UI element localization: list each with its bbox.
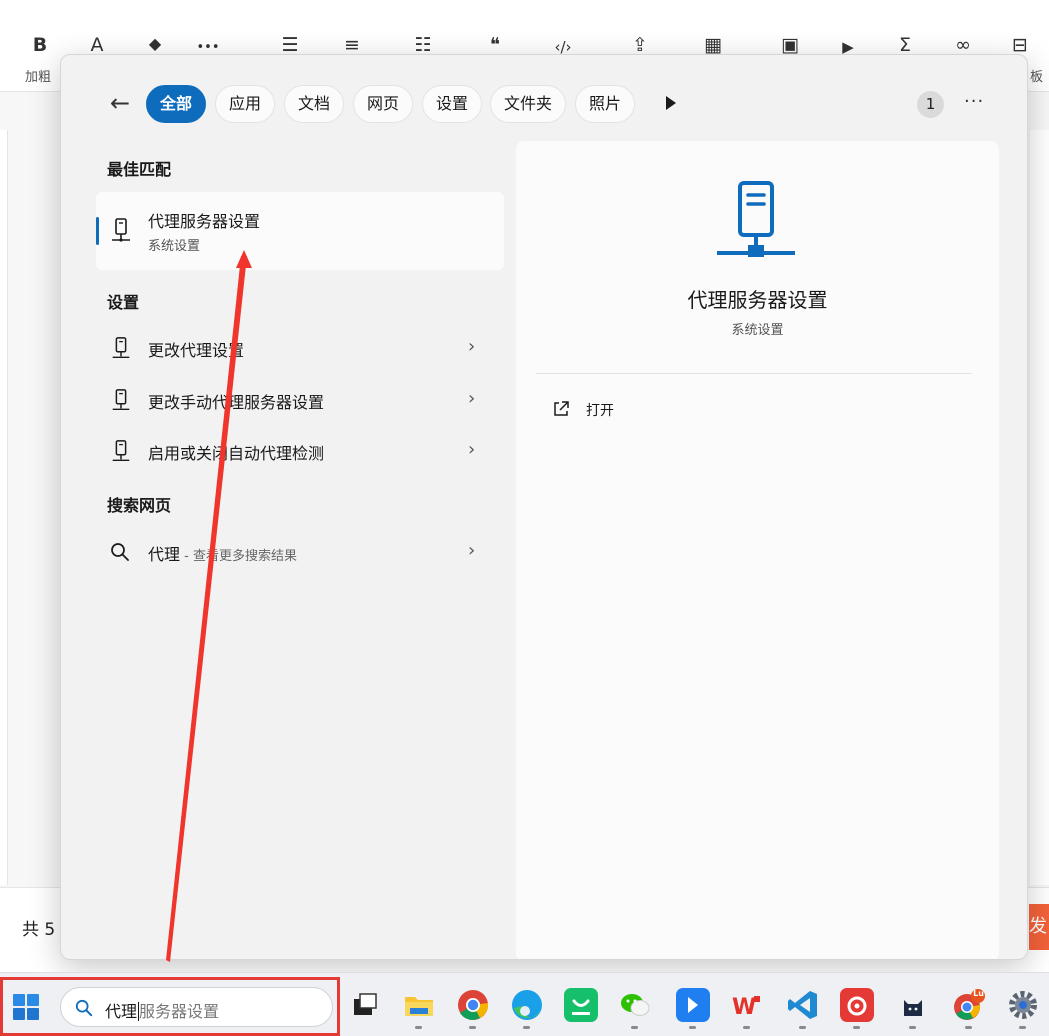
open-action-label: 打开: [586, 403, 614, 419]
wps-icon[interactable]: W: [730, 988, 764, 1022]
chrome-icon[interactable]: [456, 988, 490, 1022]
web-search-suffix: - 查看更多搜索结果: [180, 549, 297, 564]
back-arrow-icon[interactable]: ←: [107, 89, 133, 117]
editor-top-bar: [0, 0, 1049, 26]
divider-icon[interactable]: ☷: [408, 34, 438, 56]
vscode-icon[interactable]: [786, 988, 820, 1022]
open-external-icon: [554, 401, 569, 416]
settings-heading: 设置: [107, 293, 140, 312]
svg-text:W: W: [732, 995, 756, 1020]
chrome-profile-icon[interactable]: Lu: [952, 988, 986, 1022]
running-indicator: [853, 1026, 860, 1029]
settings-item-change-proxy[interactable]: 更改代理设置 ›: [96, 325, 504, 371]
running-indicator: [909, 1026, 916, 1029]
task-view-icon[interactable]: [348, 988, 382, 1022]
proxy-server-icon: [112, 218, 130, 242]
chrome-profile-badge: Lu: [973, 989, 984, 998]
running-indicator: [689, 1026, 696, 1029]
list-icon[interactable]: ☰: [275, 34, 305, 56]
detail-subtitle: 系统设置: [731, 323, 784, 338]
settings-item-label: 启用或关闭自动代理检测: [148, 444, 325, 463]
image-icon[interactable]: ▣: [775, 34, 805, 56]
selection-indicator: [96, 217, 99, 245]
open-action[interactable]: 打开: [546, 393, 746, 427]
editor-card-edge: [0, 130, 8, 885]
publish-button[interactable]: 发布: [1029, 904, 1049, 950]
table-icon[interactable]: ▦: [698, 34, 728, 56]
annotation-highlight-box: [0, 977, 340, 1036]
settings-item-auto-detect[interactable]: 启用或关闭自动代理检测 ›: [96, 428, 504, 474]
settings-item-label: 更改代理设置: [148, 341, 245, 360]
web-search-heading: 搜索网页: [107, 496, 172, 515]
chevron-right-icon[interactable]: ›: [468, 540, 475, 561]
detail-pane: 代理服务器设置 系统设置 打开: [516, 141, 999, 959]
result-count-badge[interactable]: 1: [917, 91, 944, 118]
best-match-heading: 最佳匹配: [107, 160, 172, 179]
running-indicator: [799, 1026, 806, 1029]
template-label-fragment: 板: [1030, 70, 1044, 85]
store-icon[interactable]: [564, 988, 598, 1022]
detail-title: 代理服务器设置: [687, 288, 828, 312]
detail-divider: [536, 373, 972, 374]
tab-apps[interactable]: 应用: [215, 85, 276, 123]
editor-card-edge-right: [1030, 130, 1049, 885]
running-indicator: [523, 1026, 530, 1029]
tab-settings[interactable]: 设置: [422, 85, 483, 123]
running-indicator: [631, 1026, 638, 1029]
cat-app-icon[interactable]: [896, 988, 930, 1022]
running-indicator: [965, 1026, 972, 1029]
more-tabs-play-icon[interactable]: [663, 93, 679, 113]
formula-icon[interactable]: Σ: [890, 34, 920, 56]
proxy-server-icon: [112, 337, 130, 359]
tab-web[interactable]: 网页: [353, 85, 414, 123]
file-explorer-icon[interactable]: [402, 988, 436, 1022]
template-icon[interactable]: ⊟: [1005, 34, 1035, 56]
proxy-server-icon: [112, 440, 130, 462]
tab-documents[interactable]: 文档: [284, 85, 345, 123]
upload-icon[interactable]: ⇪: [625, 34, 655, 56]
edge-icon[interactable]: [510, 988, 544, 1022]
running-indicator: [469, 1026, 476, 1029]
best-match-title: 代理服务器设置: [148, 212, 261, 231]
chevron-right-icon[interactable]: ›: [468, 388, 475, 409]
netease-music-icon[interactable]: [840, 988, 874, 1022]
proxy-server-icon: [112, 389, 130, 411]
web-search-item[interactable]: 代理 - 查看更多搜索结果 ›: [96, 529, 504, 575]
feishu-icon[interactable]: [676, 988, 710, 1022]
running-indicator: [415, 1026, 422, 1029]
running-indicator: [1019, 1026, 1026, 1029]
settings-gear-icon[interactable]: [1006, 988, 1040, 1022]
bold-icon[interactable]: B: [25, 34, 55, 56]
link-icon[interactable]: ∞: [948, 34, 978, 56]
best-match-item[interactable]: 代理服务器设置 系统设置: [96, 192, 504, 270]
paint-bucket-icon[interactable]: ◆: [140, 34, 170, 53]
tab-all[interactable]: 全部: [146, 85, 207, 123]
font-color-icon[interactable]: A: [82, 34, 112, 56]
settings-item-label: 更改手动代理服务器设置: [148, 393, 325, 412]
web-search-query: 代理: [148, 545, 181, 564]
more-options-icon[interactable]: ···: [964, 91, 984, 112]
search-flyout: ← 全部 应用 文档 网页 设置 文件夹 照片 1 ··· 最佳匹配 代理服务器…: [60, 54, 1028, 960]
wechat-icon[interactable]: [618, 988, 652, 1022]
bold-label: 加粗: [25, 70, 52, 85]
more-format-icon[interactable]: •••: [193, 40, 223, 55]
running-indicator: [743, 1026, 750, 1029]
chevron-right-icon[interactable]: ›: [468, 336, 475, 357]
settings-item-manual-proxy[interactable]: 更改手动代理服务器设置 ›: [96, 377, 504, 423]
tab-folders[interactable]: 文件夹: [490, 85, 567, 123]
tab-photos[interactable]: 照片: [575, 85, 636, 123]
align-icon[interactable]: ≡: [337, 34, 367, 56]
chevron-right-icon[interactable]: ›: [468, 439, 475, 460]
best-match-subtitle: 系统设置: [148, 239, 201, 254]
word-count-fragment: 共 5: [22, 920, 56, 940]
proxy-server-large-icon: [717, 181, 795, 257]
search-icon: [111, 543, 129, 561]
quote-icon[interactable]: ❝: [480, 34, 510, 56]
web-search-label: 代理 - 查看更多搜索结果: [148, 541, 297, 565]
